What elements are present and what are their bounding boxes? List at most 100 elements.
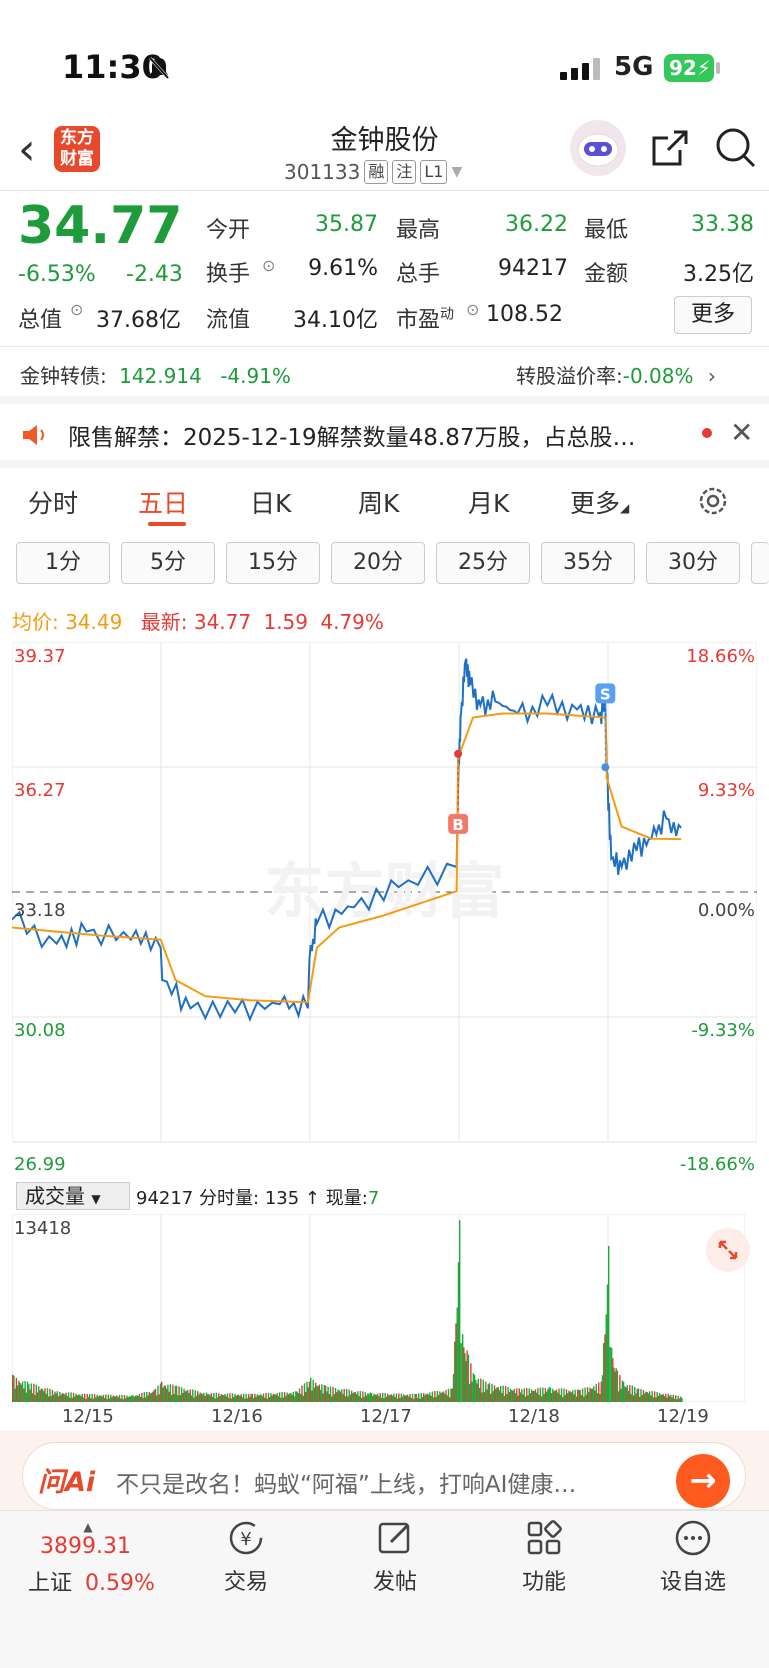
volume-bar xyxy=(513,1388,516,1402)
volume-bar xyxy=(82,1397,85,1402)
volume-bar xyxy=(347,1396,349,1402)
volume-bar xyxy=(343,1388,345,1402)
share-icon[interactable] xyxy=(650,128,690,168)
volume-bar xyxy=(237,1394,240,1402)
interval-30min[interactable]: 30分 xyxy=(646,542,740,584)
ai-assistant-avatar[interactable] xyxy=(570,120,626,176)
volume-bar xyxy=(493,1385,496,1402)
volume-bar xyxy=(485,1381,487,1402)
interval-20min[interactable]: 20分 xyxy=(331,542,425,584)
ai-prompt-text[interactable]: 不只是改名！蚂蚁“阿福”上线，打响AI健康… xyxy=(116,1465,656,1499)
volume-bar xyxy=(490,1393,492,1402)
interval-15min[interactable]: 15分 xyxy=(226,542,320,584)
nav-post-label: 发帖 xyxy=(372,1570,417,1595)
bond-row[interactable]: 金钟转债: 142.914 -4.91% xyxy=(20,360,291,389)
volume-bar xyxy=(424,1395,426,1402)
volume-bar xyxy=(331,1396,333,1402)
volume-bar xyxy=(646,1392,648,1402)
volume-bar xyxy=(362,1391,364,1402)
volume-bar xyxy=(512,1390,514,1402)
volume-bar xyxy=(499,1385,502,1402)
interval-chip-overflow[interactable] xyxy=(751,542,769,584)
volume-total: 94217 xyxy=(136,1188,194,1209)
interval-35min[interactable]: 35分 xyxy=(541,542,635,584)
info-icon[interactable]: ⊙ xyxy=(262,256,275,275)
gear-icon[interactable] xyxy=(696,484,730,518)
volume-bar xyxy=(241,1397,244,1402)
interval-25min[interactable]: 25分 xyxy=(436,542,530,584)
volume-bar xyxy=(567,1393,569,1402)
volume-bar xyxy=(594,1390,596,1402)
volume-bar xyxy=(244,1398,246,1402)
nav-watchlist-label: 设自选 xyxy=(659,1570,726,1595)
volume-bar xyxy=(297,1393,299,1402)
expand-chart-button[interactable] xyxy=(706,1228,750,1272)
volume-chart[interactable] xyxy=(12,1214,745,1402)
interval-1min[interactable]: 1分 xyxy=(16,542,110,584)
volume-bar xyxy=(365,1395,368,1402)
interval-5min[interactable]: 5分 xyxy=(121,542,215,584)
five-day-price-chart[interactable]: 东方财富 B S xyxy=(12,642,757,1176)
volume-bar xyxy=(584,1387,586,1402)
edit-icon xyxy=(378,1522,410,1554)
volume-bar xyxy=(658,1393,661,1402)
triangle-up-icon: ▲ xyxy=(83,1520,93,1534)
premium-row[interactable]: 转股溢价率:-0.08% › xyxy=(516,360,716,389)
volume-bar xyxy=(336,1392,338,1402)
index-name: 上证 xyxy=(28,1571,73,1596)
y-tick-left: 36.27 xyxy=(14,780,66,801)
tab-monthly-k[interactable]: 月K xyxy=(468,484,509,520)
tab-intraday[interactable]: 分时 xyxy=(28,484,78,520)
tab-daily-k[interactable]: 日K xyxy=(250,484,291,520)
volume-bar xyxy=(571,1390,574,1402)
volume-bar xyxy=(328,1394,331,1402)
volume-bar xyxy=(446,1395,448,1402)
volume-bar xyxy=(326,1391,328,1402)
volume-bar xyxy=(205,1392,208,1402)
volume-bar xyxy=(609,1347,611,1402)
nav-functions[interactable]: 功能 xyxy=(484,1518,604,1596)
volume-bar xyxy=(441,1392,444,1402)
nav-trade[interactable]: ¥ 交易 xyxy=(186,1518,306,1596)
volume-bar xyxy=(360,1398,363,1402)
volume-bar xyxy=(342,1393,344,1402)
volume-bar xyxy=(550,1393,553,1402)
volume-bar xyxy=(70,1392,72,1402)
volume-bar xyxy=(596,1393,599,1402)
volume-indicator-select[interactable]: 成交量 ▼ xyxy=(16,1182,130,1210)
info-icon[interactable]: ⊙ xyxy=(466,300,479,319)
volume-bar xyxy=(581,1388,584,1402)
volume-bar xyxy=(128,1396,131,1402)
volume-bar xyxy=(413,1398,415,1402)
volume-bar xyxy=(651,1391,653,1402)
volume-bar xyxy=(138,1394,141,1402)
nav-watchlist[interactable]: 设自选 xyxy=(633,1518,753,1596)
pe-value: 108.52 xyxy=(486,302,563,327)
close-icon[interactable]: ✕ xyxy=(730,416,753,449)
volume-bar xyxy=(303,1383,306,1402)
tab-five-day[interactable]: 五日 xyxy=(138,484,188,520)
volume-bar xyxy=(576,1389,579,1402)
volume-bar xyxy=(488,1383,491,1402)
more-quote-button[interactable]: 更多 xyxy=(674,296,752,334)
search-icon[interactable] xyxy=(714,126,758,170)
volume-bar xyxy=(475,1380,477,1402)
volume-bar xyxy=(65,1392,67,1402)
arrow-right-icon[interactable]: → xyxy=(676,1454,730,1508)
index-ticker[interactable]: ▲ 3899.31 上证 0.59% xyxy=(28,1520,178,1597)
latest-change: 1.59 xyxy=(263,610,308,634)
nav-post[interactable]: 发帖 xyxy=(335,1518,455,1596)
info-icon[interactable]: ⊙ xyxy=(70,300,83,319)
stock-code-row[interactable]: 301133 融 注 L1 ▼ xyxy=(284,160,462,184)
volume-bar xyxy=(625,1387,627,1402)
volume-bar xyxy=(133,1396,136,1402)
volume-bar xyxy=(288,1393,291,1402)
y-tick-right: 0.00% xyxy=(697,900,755,921)
volume-bar xyxy=(574,1389,576,1402)
volume-bar xyxy=(249,1396,251,1402)
volume-bar xyxy=(472,1373,475,1402)
tab-more[interactable]: 更多◢ xyxy=(570,484,629,520)
tab-weekly-k[interactable]: 周K xyxy=(358,484,399,520)
bond-price: 142.914 xyxy=(119,364,202,388)
unlock-notice[interactable]: 限售解禁：2025-12-19解禁数量48.87万股，占总股… xyxy=(68,418,683,452)
